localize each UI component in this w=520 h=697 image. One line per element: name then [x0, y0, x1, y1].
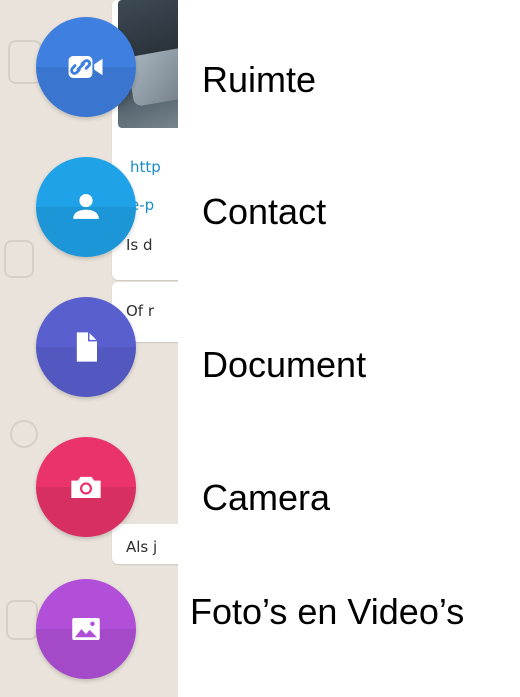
- contact-label[interactable]: Contact: [202, 194, 326, 230]
- attachment-menu-screen: http e-p Is d Of r Als j Ruimte Contact …: [0, 0, 520, 697]
- photos-videos-button[interactable]: [36, 579, 136, 679]
- video-link-icon: [68, 56, 103, 78]
- wallpaper-doodle: [4, 240, 34, 278]
- message-link-line-1[interactable]: http: [130, 158, 161, 176]
- ruimte-button[interactable]: [36, 17, 136, 117]
- person-icon: [73, 193, 99, 219]
- message-text: Als j: [126, 538, 158, 556]
- wallpaper-doodle: [10, 420, 38, 448]
- wallpaper-doodle: [6, 600, 38, 640]
- photos-videos-label[interactable]: Foto’s en Video’s: [190, 594, 464, 630]
- document-icon: [76, 332, 97, 362]
- message-text: Of r: [126, 302, 155, 320]
- camera-button[interactable]: [36, 437, 136, 537]
- ruimte-label[interactable]: Ruimte: [202, 62, 316, 98]
- document-button[interactable]: [36, 297, 136, 397]
- camera-icon: [71, 476, 101, 498]
- contact-button[interactable]: [36, 157, 136, 257]
- camera-label[interactable]: Camera: [202, 480, 330, 516]
- document-label[interactable]: Document: [202, 347, 366, 383]
- image-icon: [72, 618, 100, 640]
